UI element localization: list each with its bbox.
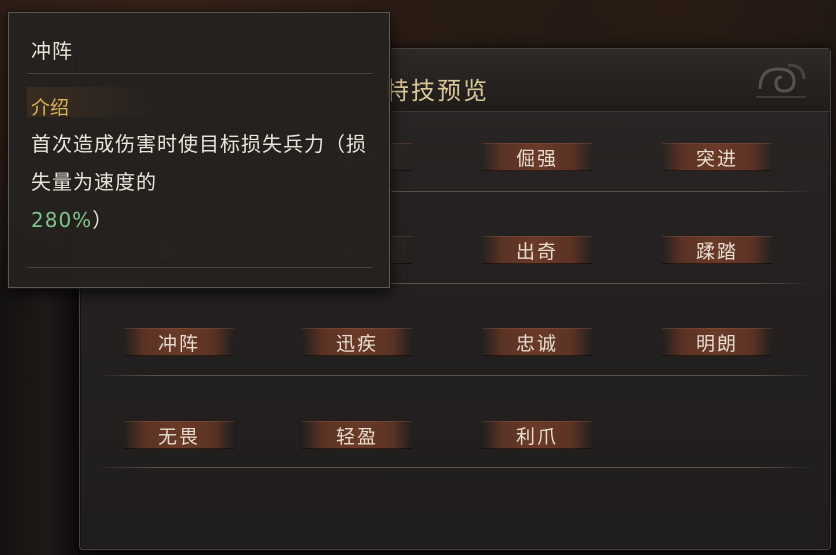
skill-button[interactable]: 明朗 xyxy=(662,328,772,356)
tooltip-section-bar xyxy=(27,87,373,117)
skill-button[interactable]: 冲阵 xyxy=(124,328,234,356)
skill-button[interactable]: 出奇 xyxy=(482,236,592,264)
panel-title: 特技预览 xyxy=(385,77,489,105)
row-divider xyxy=(96,467,814,468)
tooltip-desc-highlight: 280% xyxy=(31,208,93,232)
skill-button[interactable]: 突进 xyxy=(662,143,772,171)
skill-button[interactable]: 轻盈 xyxy=(302,421,412,449)
tooltip-divider xyxy=(27,73,373,74)
skill-button[interactable]: 无畏 xyxy=(124,421,234,449)
skill-button[interactable]: 蹂踏 xyxy=(662,236,772,264)
skill-button[interactable]: 忠诚 xyxy=(482,328,592,356)
row-divider xyxy=(96,375,814,376)
skill-button[interactable]: 利爪 xyxy=(482,421,592,449)
tooltip-skill-name: 冲阵 xyxy=(31,39,73,63)
game-screen: 特技预览 破关倔强突进御风护主出奇蹂踏冲阵迅疾忠诚明朗无畏轻盈利爪 冲阵 介绍 … xyxy=(0,0,836,555)
skill-tooltip: 冲阵 介绍 首次造成伤害时使目标损失兵力（损失量为速度的 280%） xyxy=(8,12,390,288)
skill-button[interactable]: 倔强 xyxy=(482,143,592,171)
tooltip-desc-tail: ） xyxy=(92,208,114,232)
background-pillar xyxy=(0,290,78,555)
tooltip-desc-text: 首次造成伤害时使目标损失兵力（损失量为速度的 xyxy=(31,132,367,194)
cloud-scroll-ornament-icon xyxy=(756,63,806,98)
skill-button[interactable]: 迅疾 xyxy=(302,328,412,356)
tooltip-description: 首次造成伤害时使目标损失兵力（损失量为速度的 280%） xyxy=(31,125,377,239)
tooltip-section-label: 介绍 xyxy=(31,97,70,119)
tooltip-divider xyxy=(27,267,373,268)
